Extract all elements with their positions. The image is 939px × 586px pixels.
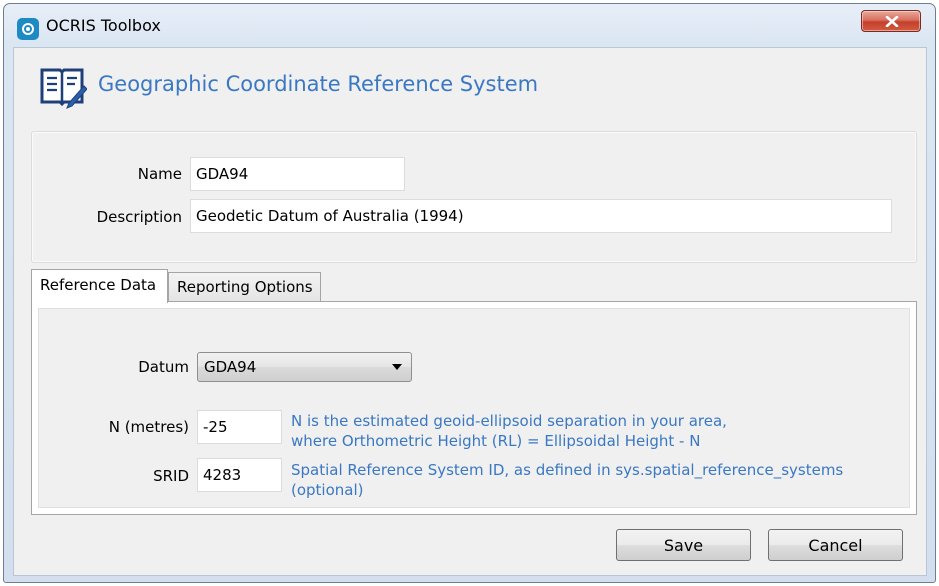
name-field[interactable]: GDA94 xyxy=(190,157,405,191)
datum-label: Datum xyxy=(138,358,189,376)
datum-select-value: GDA94 xyxy=(204,358,257,376)
general-panel: Name GDA94 Description Geodetic Datum of… xyxy=(31,131,917,263)
window-title: OCRIS Toolbox xyxy=(46,16,161,35)
dialog-window: OCRIS Toolbox Geographic Coordinate Refe… xyxy=(3,3,936,583)
close-button[interactable] xyxy=(861,10,921,32)
page-title: Geographic Coordinate Reference System xyxy=(98,72,539,96)
srid-hint: Spatial Reference System ID, as defined … xyxy=(291,460,843,500)
ocris-logo-icon xyxy=(17,18,39,40)
name-label: Name xyxy=(137,165,182,183)
tab-reference-data[interactable]: Reference Data xyxy=(31,269,168,303)
srid-hint-line1: Spatial Reference System ID, as defined … xyxy=(291,461,844,479)
reference-data-panel: Datum GDA94 N (metres) -25 N is the esti… xyxy=(31,301,917,515)
title-bar[interactable]: OCRIS Toolbox xyxy=(4,4,935,46)
datum-select[interactable]: GDA94 xyxy=(197,352,412,382)
n-metres-field[interactable]: -25 xyxy=(197,410,282,444)
n-hint-line1: N is the estimated geoid-ellipsoid separ… xyxy=(291,412,727,430)
n-hint: N is the estimated geoid-ellipsoid separ… xyxy=(291,411,727,451)
n-hint-line2: where Orthometric Height (RL) = Ellipsoi… xyxy=(291,432,701,450)
description-label: Description xyxy=(96,208,182,226)
srid-label: SRID xyxy=(153,467,189,485)
save-button[interactable]: Save xyxy=(616,529,751,561)
book-pen-icon xyxy=(40,68,87,109)
close-icon xyxy=(885,16,899,27)
dialog-body: Geographic Coordinate Reference System N… xyxy=(13,47,927,576)
reference-data-content: Datum GDA94 N (metres) -25 N is the esti… xyxy=(38,308,910,508)
description-field[interactable]: Geodetic Datum of Australia (1994) xyxy=(190,199,892,233)
tab-reporting-options[interactable]: Reporting Options xyxy=(168,272,321,303)
srid-field[interactable]: 4283 xyxy=(197,458,282,492)
srid-hint-line2: (optional) xyxy=(291,481,364,499)
n-label: N (metres) xyxy=(108,418,189,436)
cancel-button[interactable]: Cancel xyxy=(768,529,903,561)
chevron-down-icon xyxy=(392,364,402,370)
